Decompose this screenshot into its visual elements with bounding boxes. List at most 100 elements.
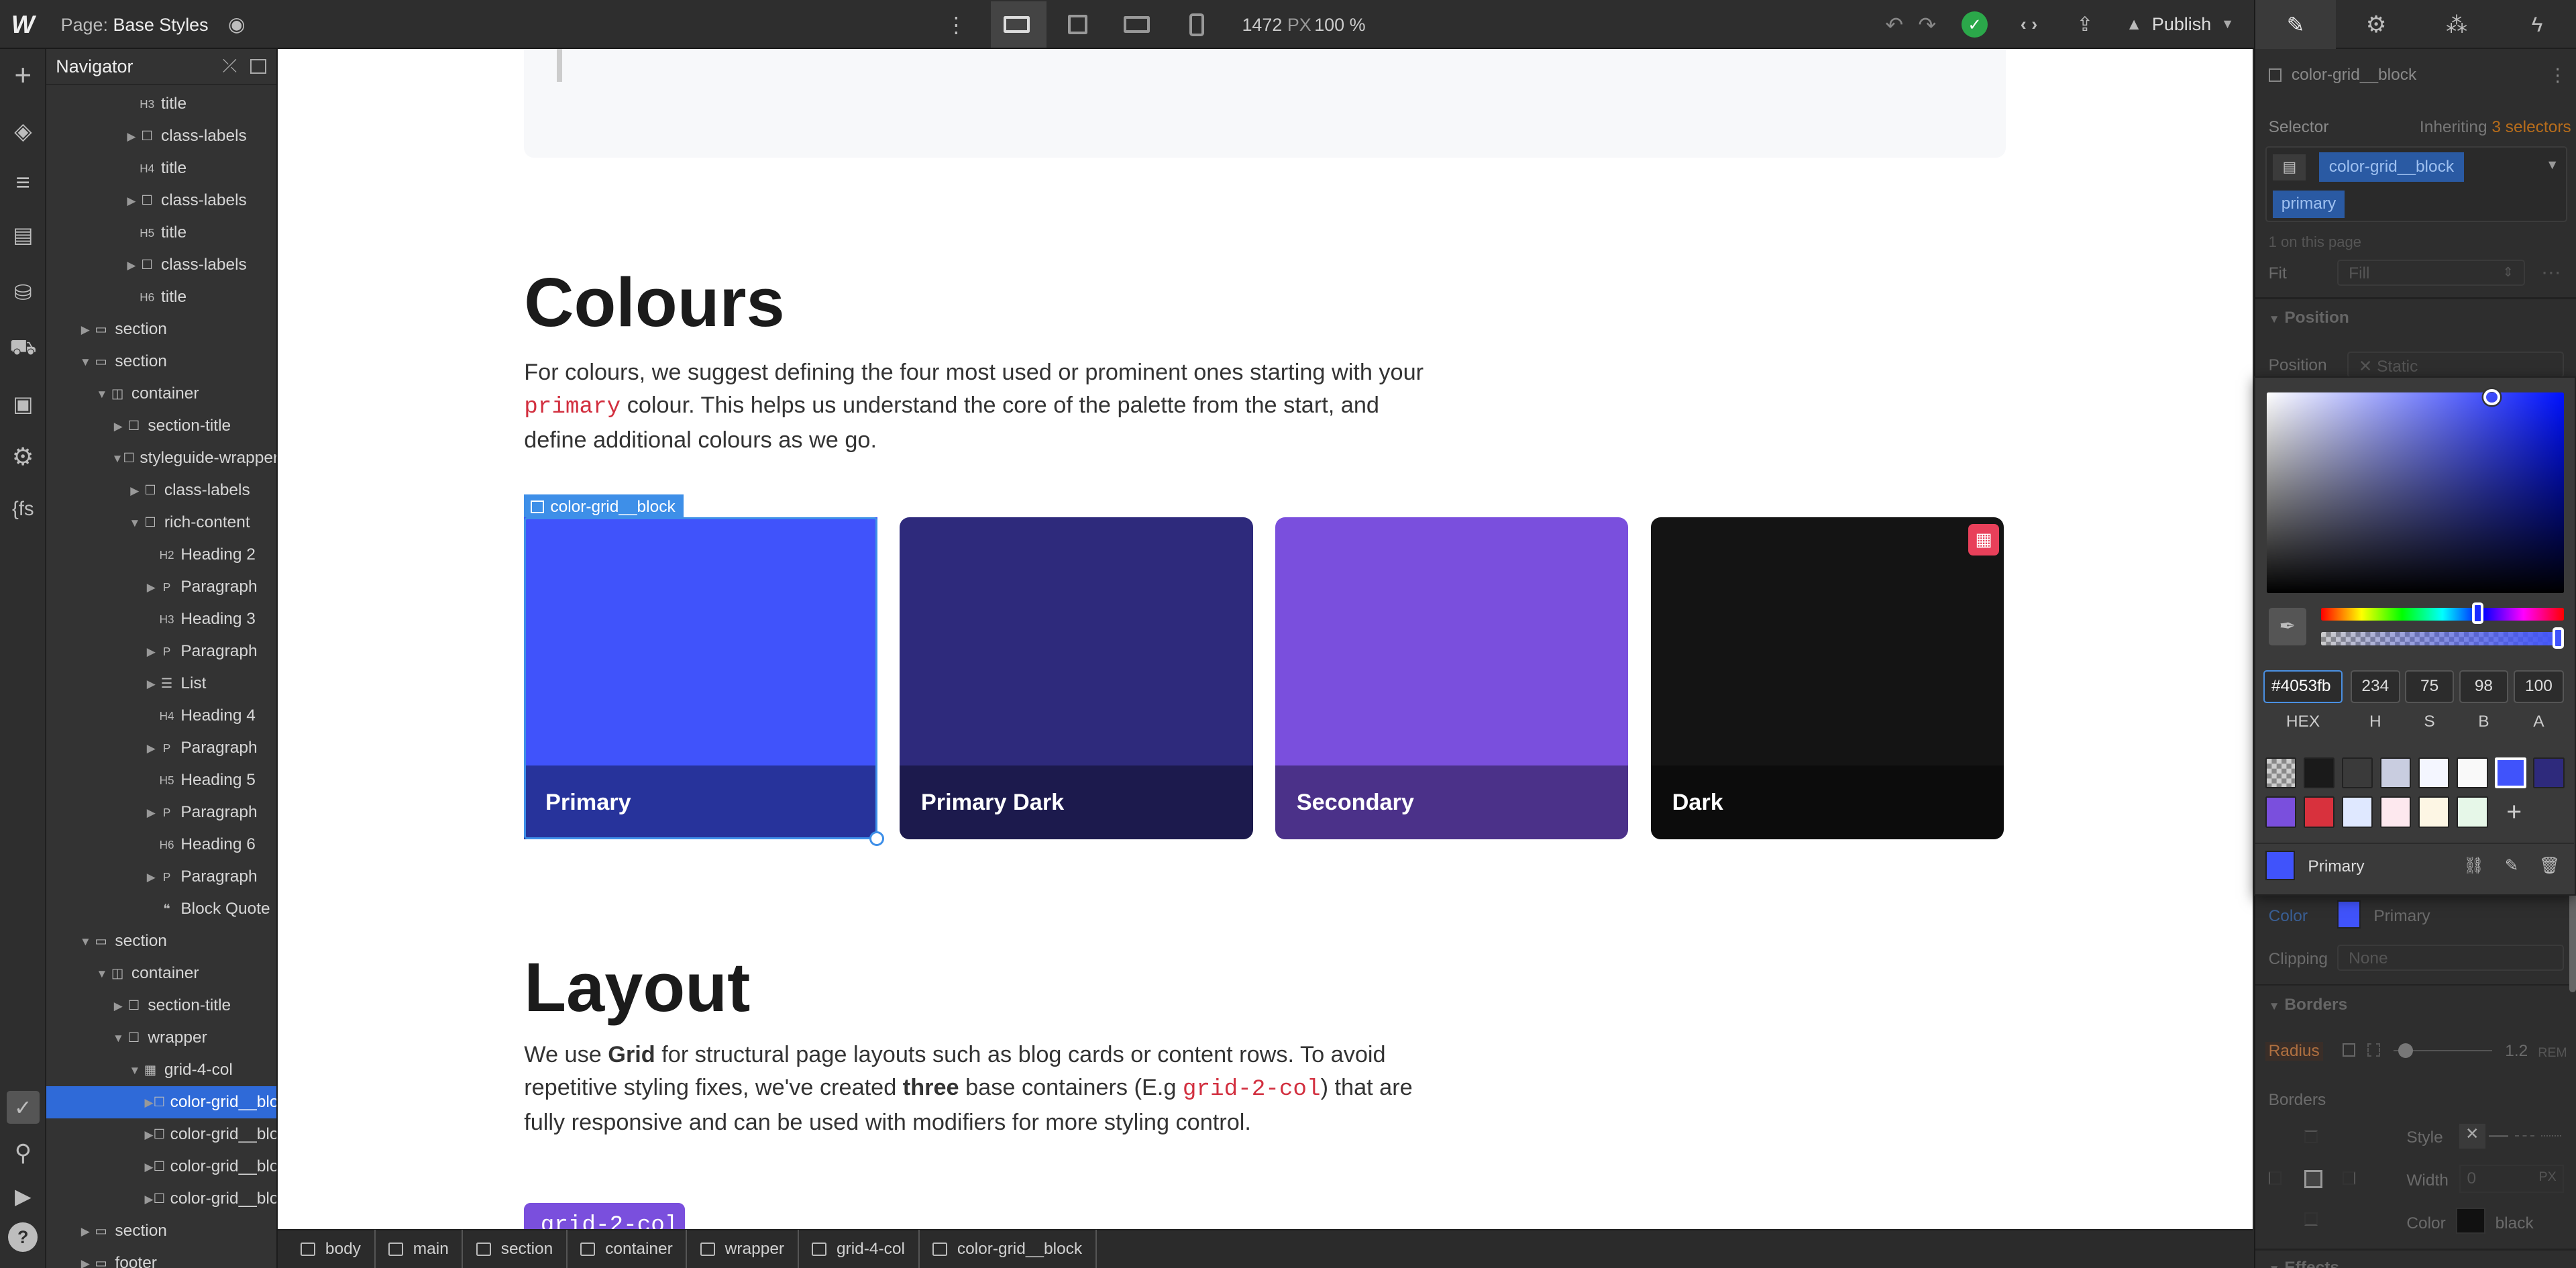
navigator-row[interactable]: ▶ ☐ class-labels bbox=[46, 120, 276, 152]
radius-individual-icon[interactable] bbox=[2367, 1043, 2381, 1057]
caret-right-icon[interactable]: ▶ bbox=[79, 323, 93, 337]
color-tile[interactable]: Primary Dark bbox=[900, 517, 1253, 840]
edit-pencil-icon[interactable]: ✎ bbox=[2500, 854, 2523, 877]
navigator-row[interactable]: ▼ ▭ section bbox=[46, 925, 276, 957]
navigator-row[interactable]: ▼ ◫ container bbox=[46, 957, 276, 990]
border-color-swatch[interactable] bbox=[2455, 1208, 2485, 1234]
page-selector[interactable]: Page: Base Styles bbox=[61, 15, 209, 36]
undo-icon[interactable]: ↶ bbox=[1883, 10, 1906, 40]
alpha-input[interactable]: 100 bbox=[2513, 670, 2565, 703]
selector-states-icon[interactable]: ▤ bbox=[2273, 154, 2306, 180]
caret-down-icon[interactable]: ▼ bbox=[95, 387, 109, 401]
caret-right-icon[interactable]: ▶ bbox=[145, 806, 158, 820]
bg-color-swatch[interactable] bbox=[2337, 900, 2361, 929]
color-swatch[interactable] bbox=[2533, 757, 2565, 789]
color-swatch[interactable] bbox=[2303, 757, 2335, 789]
caret-right-icon[interactable]: ▶ bbox=[145, 741, 158, 755]
pages-icon[interactable]: ▤ bbox=[7, 219, 40, 252]
navigator-row[interactable]: H2 Heading 2 bbox=[46, 539, 276, 571]
border-all-icon[interactable] bbox=[2304, 1169, 2323, 1188]
border-top-icon[interactable] bbox=[2304, 1130, 2318, 1144]
help-icon[interactable]: ? bbox=[8, 1222, 38, 1253]
caret-right-icon[interactable]: ▶ bbox=[125, 194, 138, 208]
more-vertical-icon[interactable]: ⋮ bbox=[945, 10, 967, 40]
saturation-input[interactable]: 75 bbox=[2404, 670, 2455, 703]
caret-right-icon[interactable]: ▶ bbox=[125, 258, 138, 272]
color-swatch[interactable] bbox=[2418, 757, 2450, 789]
radius-slider-thumb[interactable] bbox=[2398, 1043, 2414, 1059]
navigator-row[interactable]: ▶ ☐ class-labels bbox=[46, 184, 276, 217]
style-manager-drops-icon[interactable]: ⁂ bbox=[2416, 0, 2497, 49]
publish-button[interactable]: ▲ Publish ▼ bbox=[2116, 1, 2244, 48]
breakpoint-desktop-active[interactable] bbox=[990, 1, 1046, 48]
style-brush-icon[interactable]: ✎ bbox=[2255, 0, 2337, 50]
caret-down-icon[interactable]: ▼ bbox=[95, 967, 109, 981]
navigator-row[interactable]: ▶ P Paragraph bbox=[46, 635, 276, 668]
navigator-row[interactable]: ▶ ▭ section bbox=[46, 1215, 276, 1247]
search-icon[interactable]: ⚲ bbox=[7, 1137, 40, 1170]
more-options-icon[interactable]: ⋮ bbox=[2548, 65, 2567, 85]
navigator-row[interactable]: ▶ ☐ section-title bbox=[46, 410, 276, 442]
extension-grid-icon[interactable]: ▦ bbox=[1968, 524, 2000, 556]
caret-right-icon[interactable]: ▶ bbox=[112, 999, 125, 1013]
inheriting-text[interactable]: Inheriting 3 selectors bbox=[2420, 118, 2571, 137]
caret-down-icon[interactable]: ▼ bbox=[79, 355, 93, 369]
position-select[interactable]: ✕ Static bbox=[2347, 352, 2565, 378]
selector-field[interactable]: ▤ color-grid__block primary ▼ bbox=[2265, 146, 2568, 222]
add-swatch-icon[interactable]: + bbox=[2498, 796, 2530, 828]
tablet-icon[interactable] bbox=[1067, 15, 1088, 35]
color-tile[interactable]: Dark bbox=[1650, 517, 2004, 840]
borders-section-header[interactable]: ▼ Borders bbox=[2269, 996, 2348, 1014]
caret-down-icon[interactable]: ▼ bbox=[128, 1063, 142, 1077]
navigator-row[interactable]: ▼ ☐ rich-content bbox=[46, 507, 276, 539]
brightness-input[interactable]: 98 bbox=[2459, 670, 2509, 703]
navigator-row[interactable]: ▶ P Paragraph bbox=[46, 732, 276, 764]
color-swatch[interactable] bbox=[2457, 796, 2488, 828]
border-dashed-icon[interactable] bbox=[2514, 1135, 2535, 1137]
navigator-row[interactable]: ▶☐color-grid__block bbox=[46, 1086, 276, 1119]
caret-right-icon[interactable]: ▶ bbox=[128, 484, 142, 498]
cms-database-icon[interactable]: ⛁ bbox=[7, 276, 40, 309]
webflow-logo-icon[interactable]: W bbox=[7, 10, 40, 40]
caret-right-icon[interactable]: ▶ bbox=[145, 645, 158, 659]
navigator-row[interactable]: H3 Heading 3 bbox=[46, 603, 276, 635]
saturation-brightness-area[interactable] bbox=[2267, 392, 2565, 593]
chevron-down-icon[interactable]: ▼ bbox=[2546, 158, 2559, 173]
caret-right-icon[interactable]: ▶ bbox=[145, 580, 158, 594]
selected-element-label[interactable]: color-grid__block bbox=[524, 494, 684, 519]
border-right-icon[interactable] bbox=[2342, 1171, 2356, 1185]
dock-panel-icon[interactable] bbox=[250, 59, 267, 74]
color-swatch[interactable] bbox=[2495, 757, 2526, 789]
breadcrumb-item[interactable]: container bbox=[568, 1229, 688, 1268]
color-swatch[interactable] bbox=[2341, 757, 2373, 789]
alpha-handle[interactable] bbox=[2553, 627, 2565, 649]
delete-trash-icon[interactable]: 🗑 bbox=[2538, 854, 2561, 877]
assets-image-icon[interactable]: ▣ bbox=[7, 388, 40, 421]
caret-down-icon[interactable]: ▼ bbox=[112, 452, 123, 466]
caret-right-icon[interactable]: ▶ bbox=[145, 1128, 154, 1142]
mobile-landscape-icon[interactable] bbox=[1124, 16, 1150, 33]
settings-gear-icon[interactable]: ⚙ bbox=[7, 440, 40, 473]
navigator-row[interactable]: H4 Heading 4 bbox=[46, 700, 276, 732]
caret-right-icon[interactable]: ▶ bbox=[79, 1224, 93, 1238]
navigator-row[interactable]: ▶☐color-grid__block bbox=[46, 1118, 276, 1151]
navigator-row[interactable]: ▶ ☐ section-title bbox=[46, 990, 276, 1022]
navigator-row[interactable]: ❝ Block Quote bbox=[46, 893, 276, 925]
navigator-row[interactable]: H5 title bbox=[46, 217, 276, 249]
navigator-row[interactable]: ▶☐color-grid__block bbox=[46, 1183, 276, 1215]
color-swatch[interactable] bbox=[2265, 757, 2297, 789]
hue-slider[interactable] bbox=[2320, 607, 2565, 621]
hue-handle[interactable] bbox=[2472, 602, 2484, 625]
navigator-row[interactable]: ▶ P Paragraph bbox=[46, 796, 276, 829]
navigator-row[interactable]: ▶ ☐ class-labels bbox=[46, 474, 276, 507]
color-swatch[interactable] bbox=[2379, 757, 2412, 789]
breadcrumb-item[interactable]: wrapper bbox=[687, 1229, 799, 1268]
color-tile[interactable]: Secondary bbox=[1275, 517, 1629, 840]
navigator-row[interactable]: ▶ ▭ section bbox=[46, 313, 276, 346]
navigator-row[interactable]: ▶ ☰ List bbox=[46, 668, 276, 700]
redo-icon[interactable]: ↷ bbox=[1916, 10, 1939, 40]
preview-eye-icon[interactable]: ◉ bbox=[223, 10, 250, 40]
color-swatch[interactable] bbox=[2457, 757, 2488, 789]
hex-input[interactable]: #4053fb bbox=[2263, 670, 2343, 703]
caret-down-icon[interactable]: ▼ bbox=[79, 935, 93, 949]
